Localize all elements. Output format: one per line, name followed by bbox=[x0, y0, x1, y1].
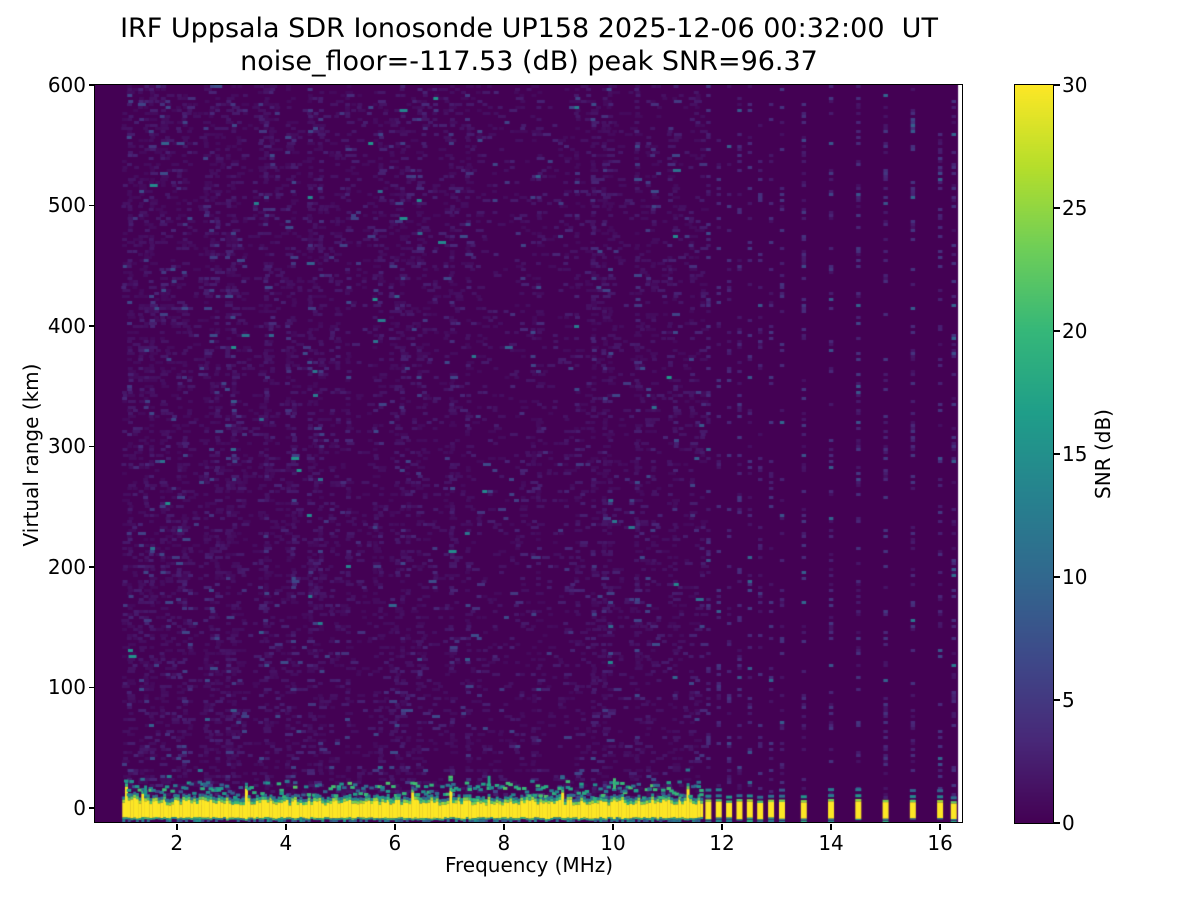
colorbar-tick-mark bbox=[1053, 699, 1060, 701]
colorbar-tick-label: 25 bbox=[1062, 196, 1088, 220]
x-tick-mark bbox=[612, 823, 614, 830]
y-tick-mark bbox=[88, 204, 95, 207]
x-tick-label: 10 bbox=[600, 831, 626, 855]
y-tick-label: 0 bbox=[73, 795, 86, 820]
x-tick-label: 4 bbox=[279, 831, 293, 855]
x-tick-mark bbox=[830, 823, 832, 830]
colorbar-tick-mark bbox=[1053, 576, 1060, 578]
colorbar-tick-mark bbox=[1053, 822, 1060, 824]
chart-title: IRF Uppsala SDR Ionosonde UP158 2025-12-… bbox=[95, 12, 963, 78]
y-tick-mark bbox=[88, 445, 95, 448]
y-tick-mark bbox=[88, 686, 95, 689]
colorbar-tick-mark bbox=[1053, 330, 1060, 332]
colorbar-label: SNR (dB) bbox=[1091, 409, 1115, 499]
x-tick-label: 8 bbox=[497, 831, 511, 855]
x-tick-mark bbox=[503, 823, 505, 830]
colorbar-tick-label: 5 bbox=[1062, 688, 1075, 712]
y-tick-mark bbox=[88, 807, 95, 809]
x-tick-mark bbox=[939, 823, 941, 830]
x-tick-label: 6 bbox=[388, 831, 402, 855]
y-tick-label: 200 bbox=[47, 554, 86, 579]
colorbar-canvas bbox=[1015, 85, 1053, 823]
colorbar-tick-mark bbox=[1053, 207, 1060, 209]
chart-title-line2: noise_floor=-117.53 (dB) peak SNR=96.37 bbox=[240, 46, 818, 77]
y-tick-label: 600 bbox=[47, 73, 86, 97]
x-tick-mark bbox=[394, 823, 396, 830]
colorbar-tick-label: 30 bbox=[1062, 73, 1088, 97]
colorbar-tick-label: 10 bbox=[1062, 565, 1088, 589]
colorbar-tick-mark bbox=[1053, 453, 1060, 455]
x-tick-label: 12 bbox=[709, 831, 735, 855]
ionogram-figure: IRF Uppsala SDR Ionosonde UP158 2025-12-… bbox=[0, 0, 1200, 900]
colorbar-tick-label: 0 bbox=[1062, 811, 1075, 835]
x-tick-label: 2 bbox=[170, 831, 184, 855]
y-tick-label: 500 bbox=[47, 193, 86, 218]
y-tick-mark bbox=[88, 84, 95, 86]
y-tick-mark bbox=[88, 325, 95, 327]
y-tick-label: 400 bbox=[47, 313, 86, 338]
chart-title-line1: IRF Uppsala SDR Ionosonde UP158 2025-12-… bbox=[120, 13, 938, 44]
colorbar-tick-label: 20 bbox=[1062, 319, 1088, 343]
colorbar-tick-mark bbox=[1053, 84, 1060, 86]
x-tick-mark bbox=[721, 823, 723, 830]
x-tick-label: 14 bbox=[818, 831, 844, 855]
x-tick-label: 16 bbox=[927, 831, 953, 855]
y-tick-mark bbox=[88, 566, 95, 568]
x-tick-mark bbox=[285, 823, 287, 830]
y-axis-label: Virtual range (km) bbox=[19, 363, 43, 547]
heatmap-canvas bbox=[95, 85, 963, 823]
x-tick-mark bbox=[176, 823, 178, 830]
y-tick-label: 100 bbox=[47, 675, 86, 700]
x-axis-label: Frequency (MHz) bbox=[444, 853, 614, 877]
